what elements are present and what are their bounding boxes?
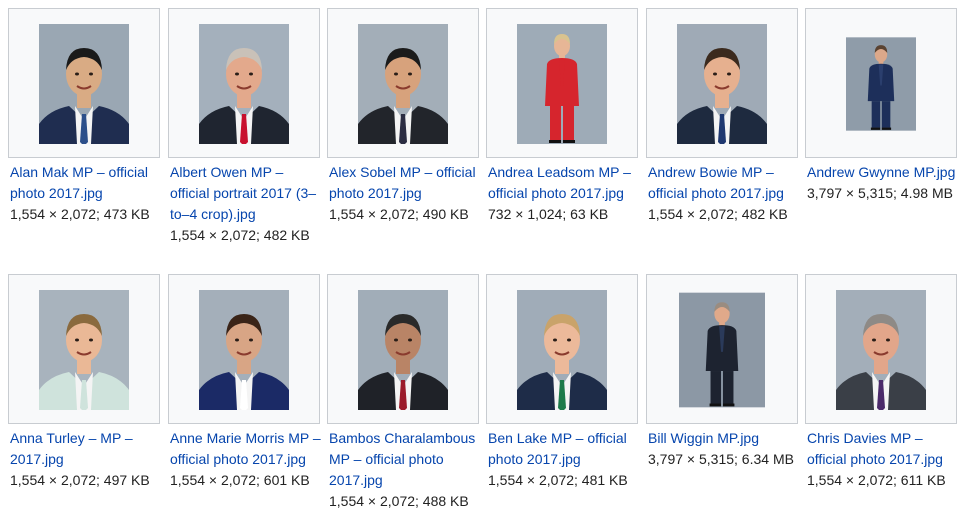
gallery-caption: Anne Marie Morris MP – official photo 20… [168,428,322,491]
thumbnail-frame[interactable] [8,8,160,158]
portrait-photo-thumbnail[interactable] [517,290,607,410]
gallery-caption: Andrea Leadsom MP – official photo 2017.… [486,162,640,225]
gallery-caption: Andrew Bowie MP – official photo 2017.jp… [646,162,800,225]
gallery-item: Alan Mak MP – official photo 2017.jpg 1,5… [8,8,162,225]
thumbnail-frame[interactable] [805,8,957,158]
thumbnail-frame[interactable] [646,8,798,158]
portrait-photo-thumbnail[interactable] [679,290,765,410]
gallery-item: Andrea Leadsom MP – official photo 2017.… [486,8,640,225]
file-name-link[interactable]: Andrew Bowie MP – official photo 2017.jp… [648,162,800,204]
portrait-photo-thumbnail[interactable] [358,290,448,410]
portrait-photo-thumbnail[interactable] [517,24,607,144]
file-name-link[interactable]: Alan Mak MP – official photo 2017.jpg [10,162,162,204]
file-name-link[interactable]: Albert Owen MP – official portrait 2017 … [170,162,322,225]
thumbnail-frame[interactable] [486,274,638,424]
gallery-caption: Bambos Charalambous MP – official photo … [327,428,481,512]
thumbnail-frame[interactable] [168,274,320,424]
portrait-photo-thumbnail[interactable] [358,24,448,144]
portrait-photo-thumbnail[interactable] [846,24,916,144]
file-name-link[interactable]: Anne Marie Morris MP – official photo 20… [170,428,322,470]
gallery-caption: Alan Mak MP – official photo 2017.jpg 1,5… [8,162,162,225]
file-dimensions-size: 1,554 × 2,072; 481 KB [488,472,628,488]
gallery-caption: Anna Turley – MP – 2017.jpg 1,554 × 2,072… [8,428,162,491]
gallery-item: Alex Sobel MP – official photo 2017.jpg 1… [327,8,481,225]
file-dimensions-size: 3,797 × 5,315; 4.98 MB [807,185,953,201]
thumbnail-frame[interactable] [805,274,957,424]
file-name-link[interactable]: Bill Wiggin MP.jpg [648,428,800,449]
file-dimensions-size: 1,554 × 2,072; 482 KB [648,206,788,222]
thumbnail-frame[interactable] [168,8,320,158]
file-dimensions-size: 1,554 × 2,072; 497 KB [10,472,150,488]
portrait-photo-thumbnail[interactable] [199,24,289,144]
file-name-link[interactable]: Andrew Gwynne MP.jpg [807,162,959,183]
thumbnail-frame[interactable] [646,274,798,424]
thumbnail-frame[interactable] [486,8,638,158]
thumbnail-frame[interactable] [8,274,160,424]
file-name-link[interactable]: Anna Turley – MP – 2017.jpg [10,428,162,470]
gallery-item: Chris Davies MP – official photo 2017.jp… [805,274,959,491]
gallery-caption: Chris Davies MP – official photo 2017.jp… [805,428,959,491]
portrait-photo-thumbnail[interactable] [836,290,926,410]
file-dimensions-size: 1,554 × 2,072; 488 KB [329,493,469,509]
file-dimensions-size: 1,554 × 2,072; 482 KB [170,227,310,243]
file-dimensions-size: 732 × 1,024; 63 KB [488,206,609,222]
portrait-photo-thumbnail[interactable] [199,290,289,410]
gallery-item: Anna Turley – MP – 2017.jpg 1,554 × 2,072… [8,274,162,491]
gallery-caption: Andrew Gwynne MP.jpg 3,797 × 5,315; 4.98 … [805,162,959,204]
gallery-caption: Albert Owen MP – official portrait 2017 … [168,162,322,246]
file-dimensions-size: 1,554 × 2,072; 490 KB [329,206,469,222]
thumbnail-frame[interactable] [327,274,479,424]
file-name-link[interactable]: Bambos Charalambous MP – official photo … [329,428,481,491]
thumbnail-frame[interactable] [327,8,479,158]
portrait-photo-thumbnail[interactable] [39,24,129,144]
file-dimensions-size: 3,797 × 5,315; 6.34 MB [648,451,794,467]
portrait-photo-thumbnail[interactable] [39,290,129,410]
gallery-item: Andrew Bowie MP – official photo 2017.jp… [646,8,800,225]
media-gallery: Alan Mak MP – official photo 2017.jpg 1,5… [0,0,971,529]
gallery-item: Anne Marie Morris MP – official photo 20… [168,274,322,491]
file-name-link[interactable]: Andrea Leadsom MP – official photo 2017.… [488,162,640,204]
gallery-item: Andrew Gwynne MP.jpg 3,797 × 5,315; 4.98 … [805,8,959,204]
gallery-item: Bambos Charalambous MP – official photo … [327,274,481,512]
gallery-caption: Bill Wiggin MP.jpg 3,797 × 5,315; 6.34 MB [646,428,800,470]
file-dimensions-size: 1,554 × 2,072; 601 KB [170,472,310,488]
gallery-item: Ben Lake MP – official photo 2017.jpg 1,5… [486,274,640,491]
file-name-link[interactable]: Alex Sobel MP – official photo 2017.jpg [329,162,481,204]
file-dimensions-size: 1,554 × 2,072; 473 KB [10,206,150,222]
gallery-caption: Alex Sobel MP – official photo 2017.jpg 1… [327,162,481,225]
gallery-caption: Ben Lake MP – official photo 2017.jpg 1,5… [486,428,640,491]
gallery-item: Albert Owen MP – official portrait 2017 … [168,8,322,246]
file-dimensions-size: 1,554 × 2,072; 611 KB [807,472,946,488]
portrait-photo-thumbnail[interactable] [677,24,767,144]
file-name-link[interactable]: Ben Lake MP – official photo 2017.jpg [488,428,640,470]
file-name-link[interactable]: Chris Davies MP – official photo 2017.jp… [807,428,959,470]
gallery-item: Bill Wiggin MP.jpg 3,797 × 5,315; 6.34 MB [646,274,800,470]
